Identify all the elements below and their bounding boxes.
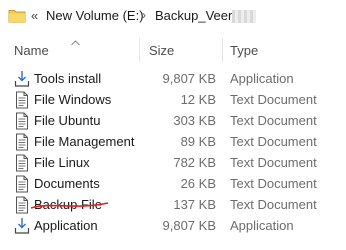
- file-type: Text Document: [230, 92, 317, 107]
- file-size: 782 KB: [173, 155, 216, 170]
- file-name: File Management: [34, 134, 135, 149]
- file-size: 9,807 KB: [162, 218, 217, 233]
- installer-icon: [14, 70, 30, 88]
- file-row[interactable]: Documents 26 KB Text Document: [0, 173, 346, 194]
- file-size: 9,807 KB: [162, 71, 217, 86]
- text-document-icon: [14, 154, 30, 172]
- file-row[interactable]: File Windows 12 KB Text Document: [0, 89, 346, 110]
- sort-ascending-icon: [71, 33, 80, 51]
- file-type: Application: [230, 218, 294, 233]
- file-name: File Windows: [34, 92, 112, 107]
- column-divider[interactable]: [139, 38, 140, 62]
- breadcrumb-overflow[interactable]: «: [31, 8, 38, 23]
- file-type: Text Document: [230, 134, 317, 149]
- file-row[interactable]: File Ubuntu 303 KB Text Document: [0, 110, 346, 131]
- file-name: File Linux: [34, 155, 90, 170]
- text-document-icon: [14, 112, 30, 130]
- text-document-icon: [14, 175, 30, 193]
- file-type: Text Document: [230, 155, 317, 170]
- redacted-area: [232, 10, 256, 23]
- folder-icon: [8, 8, 26, 26]
- file-type: Text Document: [230, 197, 317, 212]
- file-size: 137 KB: [173, 197, 216, 212]
- breadcrumb-new-volume[interactable]: New Volume (E:): [46, 8, 144, 23]
- breadcrumb-separator[interactable]: ›: [142, 8, 146, 22]
- text-document-icon: [14, 196, 30, 214]
- file-type: Text Document: [230, 113, 317, 128]
- file-name: File Ubuntu: [34, 113, 101, 128]
- column-header-name[interactable]: Name: [14, 43, 49, 58]
- address-bar[interactable]: « New Volume (E:) › Backup_Veem: [0, 0, 346, 34]
- column-divider[interactable]: [222, 38, 223, 62]
- file-name: Tools install: [34, 71, 102, 86]
- file-name: Application: [34, 218, 98, 233]
- file-row[interactable]: File Management 89 KB Text Document: [0, 131, 346, 152]
- file-size: 26 KB: [180, 176, 216, 191]
- text-document-icon: [14, 91, 30, 109]
- breadcrumb-backup-veem[interactable]: Backup_Veem: [155, 8, 239, 23]
- file-type: Text Document: [230, 176, 317, 191]
- file-row[interactable]: Backup File 137 KB Text Document: [0, 194, 346, 215]
- file-row[interactable]: File Linux 782 KB Text Document: [0, 152, 346, 173]
- file-size: 89 KB: [180, 134, 216, 149]
- column-header-size[interactable]: Size: [149, 43, 174, 58]
- file-size: 303 KB: [173, 113, 216, 128]
- column-header-type[interactable]: Type: [230, 43, 258, 58]
- installer-icon: [14, 217, 30, 235]
- file-row[interactable]: Application 9,807 KB Application: [0, 215, 346, 236]
- file-type: Application: [230, 71, 294, 86]
- file-size: 12 KB: [180, 92, 216, 107]
- file-row[interactable]: Tools install 9,807 KB Application: [0, 68, 346, 89]
- text-document-icon: [14, 133, 30, 151]
- file-name: Documents: [34, 176, 100, 191]
- strikethrough-mark: [30, 198, 110, 215]
